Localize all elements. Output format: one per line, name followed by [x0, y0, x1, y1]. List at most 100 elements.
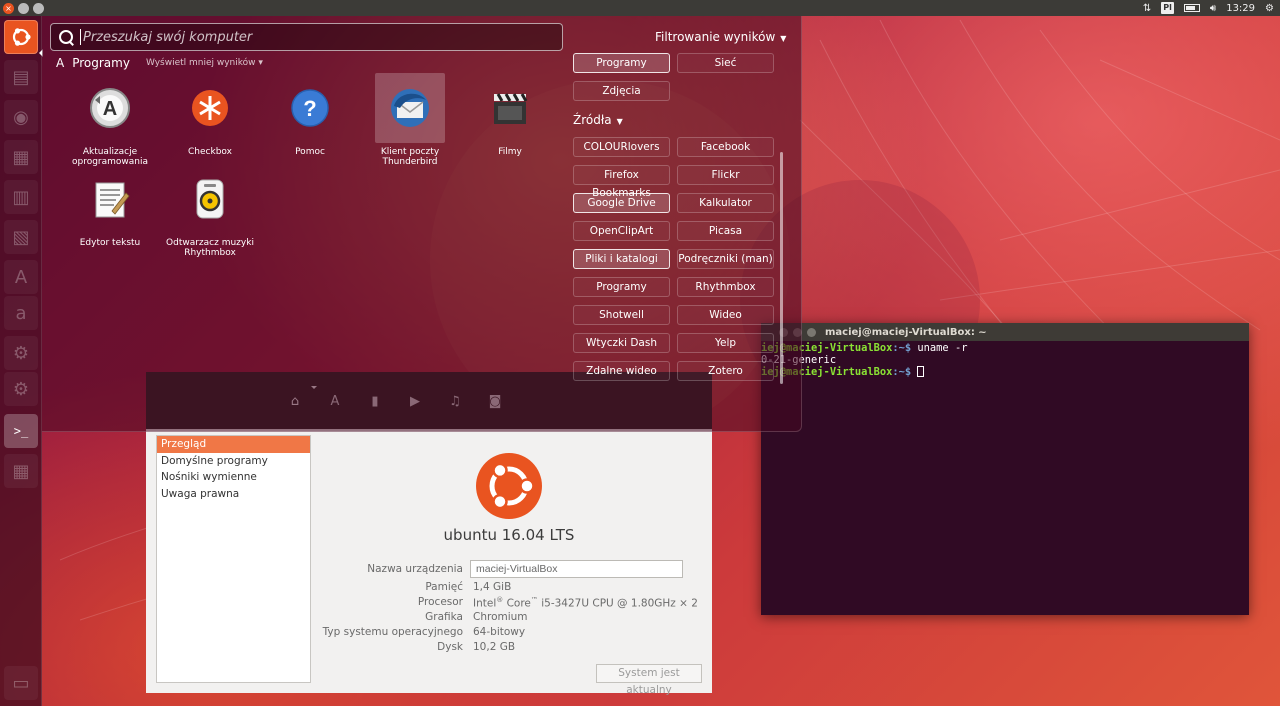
window-controls: ×	[0, 2, 44, 14]
filter-type-photos[interactable]: Zdjęcia	[573, 81, 670, 101]
app-label: Odtwarzacz muzyki Rhythmbox	[166, 238, 254, 258]
clock[interactable]: 13:29	[1226, 3, 1255, 14]
device-name-row: Nazwa urządzenia	[316, 560, 696, 578]
filter-scrollbar[interactable]	[780, 152, 783, 384]
top-panel: × ⇅ Pl 🔊︎ 13:29 ⚙	[0, 0, 1280, 16]
dash-home-button[interactable]	[4, 20, 38, 54]
svg-text:?: ?	[303, 96, 316, 121]
app-icon-wrap	[475, 73, 545, 143]
terminal-window[interactable]: maciej@maciej-VirtualBox: ~ iej@maciej-V…	[761, 323, 1249, 615]
app-tile[interactable]: Odtwarzacz muzyki Rhythmbox	[165, 164, 255, 258]
calc-icon[interactable]: ▥	[4, 180, 38, 214]
source-filter[interactable]: Zdalne wideo	[573, 361, 670, 381]
keyboard-layout-indicator[interactable]: Pl	[1161, 2, 1174, 14]
prompt-path: :~$	[892, 342, 912, 354]
source-filter[interactable]: OpenClipArt	[573, 221, 670, 241]
memory-row: Pamięć 1,4 GiB	[316, 581, 696, 596]
terminal-output[interactable]: iej@maciej-VirtualBox:~$ uname -r 0-21-g…	[761, 341, 1249, 379]
firefox-icon[interactable]: ◉	[4, 100, 38, 134]
app-tile[interactable]: Edytor tekstu	[65, 164, 155, 248]
source-filter[interactable]: Firefox Bookmarks	[573, 165, 670, 199]
device-name-field[interactable]	[470, 560, 683, 578]
system-up-to-date-button[interactable]: System jest aktualny	[596, 664, 702, 696]
processor-value: Intel® Core™ i5-3427U CPU @ 1.80GHz × 2	[473, 596, 698, 610]
network-icon[interactable]: ⇅	[1143, 3, 1151, 14]
sidebar-item-default-apps[interactable]: Domyślne programy	[157, 453, 310, 470]
impress-icon[interactable]: ▧	[4, 220, 38, 254]
app-label: Edytor tekstu	[79, 238, 141, 248]
processor-label: Procesor	[417, 596, 463, 608]
app-tile[interactable]: ? Pomoc	[265, 73, 355, 157]
sidebar-item-removable-media[interactable]: Nośniki wymienne	[157, 469, 310, 486]
source-filter[interactable]: Yelp	[677, 333, 774, 353]
app-tile[interactable]: Checkbox	[165, 73, 255, 157]
app-tile[interactable]: Filmy	[465, 73, 555, 157]
software-center-icon[interactable]: A	[4, 260, 38, 294]
chevron-down-icon: ▼	[780, 34, 787, 43]
source-filter[interactable]: Wtyczki Dash	[573, 333, 670, 353]
source-filter[interactable]: Programy	[573, 277, 670, 297]
terminal-titlebar[interactable]: maciej@maciej-VirtualBox: ~	[761, 323, 1249, 341]
source-filter[interactable]: Kalkulator	[677, 193, 774, 213]
maximize-icon[interactable]	[33, 2, 44, 14]
app-tile[interactable]: A Aktualizacje oprogramowania	[65, 73, 155, 167]
source-filter[interactable]: Rhythmbox	[677, 277, 774, 297]
battery-icon[interactable]	[1183, 4, 1200, 12]
filter-type-network[interactable]: Sieć	[677, 53, 774, 73]
source-filter[interactable]: Google Drive	[573, 193, 670, 213]
source-filter[interactable]: Flickr	[677, 165, 774, 185]
sidebar-item-overview[interactable]: Przegląd	[157, 436, 310, 453]
show-fewer-results-link[interactable]: Wyświetl mniej wyników ▾	[146, 58, 263, 68]
disk-value: 10,2 GB	[473, 641, 516, 653]
filter-type-applications[interactable]: Programy	[573, 53, 670, 73]
source-filter[interactable]: Facebook	[677, 137, 774, 157]
files-icon[interactable]: ▤	[4, 60, 38, 94]
search-icon	[58, 29, 74, 45]
amazon-icon[interactable]: a	[4, 296, 38, 330]
terminal-cursor	[917, 366, 925, 377]
source-filter[interactable]: Zotero	[677, 361, 774, 381]
gear-icon[interactable]: ⚙	[1265, 3, 1274, 14]
search-input[interactable]	[83, 29, 562, 45]
memory-value: 1,4 GiB	[473, 581, 512, 593]
source-filter[interactable]: Picasa	[677, 221, 774, 241]
checkbox-icon	[192, 90, 228, 126]
close-icon[interactable]: ×	[3, 2, 14, 14]
app-label: Filmy	[498, 147, 522, 157]
volume-icon[interactable]: 🔊︎	[1210, 3, 1216, 14]
terminal-icon[interactable]: >_	[4, 414, 38, 448]
os-type-value: 64-bitowy	[473, 626, 526, 638]
indicator-area: ⇅ Pl 🔊︎ 13:29 ⚙	[1143, 2, 1280, 14]
sources-toggle[interactable]: Źródła ▼	[573, 113, 623, 127]
settings-icon[interactable]: ⚙	[4, 336, 38, 370]
details-sidebar: Przegląd Domyślne programy Nośniki wymie…	[156, 435, 311, 683]
source-filter[interactable]: COLOURlovers	[573, 137, 670, 157]
disk-row: Dysk 10,2 GB	[316, 641, 696, 656]
source-filter[interactable]: Podręczniki (man)	[677, 249, 774, 269]
sidebar-item-legal-notice[interactable]: Uwaga prawna	[157, 486, 310, 503]
filter-results-toggle[interactable]: Filtrowanie wyników ▼	[655, 30, 786, 44]
processor-brand: Core	[503, 597, 531, 610]
text-editor-icon	[95, 182, 130, 218]
app-tile[interactable]: Klient poczty Thunderbird	[365, 73, 455, 167]
dash-overlay: A Programy Wyświetl mniej wyników ▾ A Ak…	[42, 16, 802, 432]
dash-search-bar[interactable]	[50, 23, 563, 51]
svg-text:A: A	[103, 98, 117, 120]
source-filter[interactable]: Pliki i katalogi	[573, 249, 670, 269]
terminal-maximize-icon[interactable]	[807, 327, 816, 337]
source-filter[interactable]: Wideo	[677, 305, 774, 325]
minimize-icon[interactable]	[18, 2, 29, 14]
system-settings-icon[interactable]: ⚙	[4, 372, 38, 406]
text-caret	[80, 29, 81, 45]
workspaces-icon[interactable]: ▦	[4, 454, 38, 488]
trash-icon[interactable]: ▭	[4, 666, 38, 700]
trademark-mark: ™	[530, 596, 538, 604]
writer-icon[interactable]: ▦	[4, 140, 38, 174]
category-title: Programy	[72, 56, 130, 70]
source-filter[interactable]: Shotwell	[573, 305, 670, 325]
software-updater-icon: A	[90, 88, 130, 128]
processor-vendor: Intel	[473, 597, 497, 610]
chevron-down-icon: ▼	[616, 117, 623, 126]
applications-icon: A	[56, 56, 65, 70]
command-text: uname -r	[911, 342, 968, 354]
